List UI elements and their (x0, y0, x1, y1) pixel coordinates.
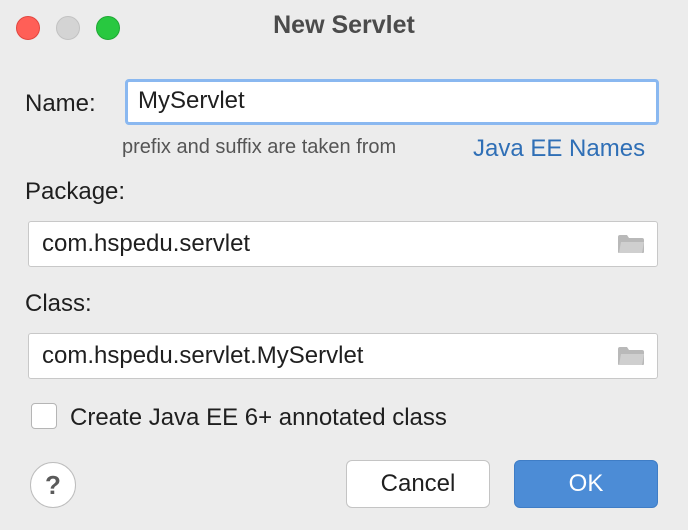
dialog-title: New Servlet (273, 11, 415, 39)
class-label: Class: (25, 290, 92, 317)
name-label: Name: (25, 90, 96, 117)
java-ee-names-link[interactable]: Java EE Names (473, 135, 645, 163)
annotated-class-label[interactable]: Create Java EE 6+ annotated class (70, 404, 447, 432)
help-button[interactable]: ? (30, 462, 76, 508)
class-field[interactable]: com.hspedu.servlet.MyServlet (28, 333, 658, 379)
folder-icon[interactable] (617, 346, 645, 366)
package-label: Package: (25, 178, 126, 205)
cancel-button[interactable]: Cancel (346, 460, 490, 508)
folder-icon[interactable] (617, 234, 645, 254)
title-bar: New Servlet (0, 0, 688, 56)
annotated-class-checkbox[interactable] (31, 403, 57, 429)
package-value: com.hspedu.servlet (42, 230, 251, 257)
name-input[interactable]: MyServlet (125, 79, 659, 125)
class-value: com.hspedu.servlet.MyServlet (42, 342, 364, 369)
package-field[interactable]: com.hspedu.servlet (28, 221, 658, 267)
ok-button[interactable]: OK (514, 460, 658, 508)
name-hint: prefix and suffix are taken from (122, 136, 397, 158)
